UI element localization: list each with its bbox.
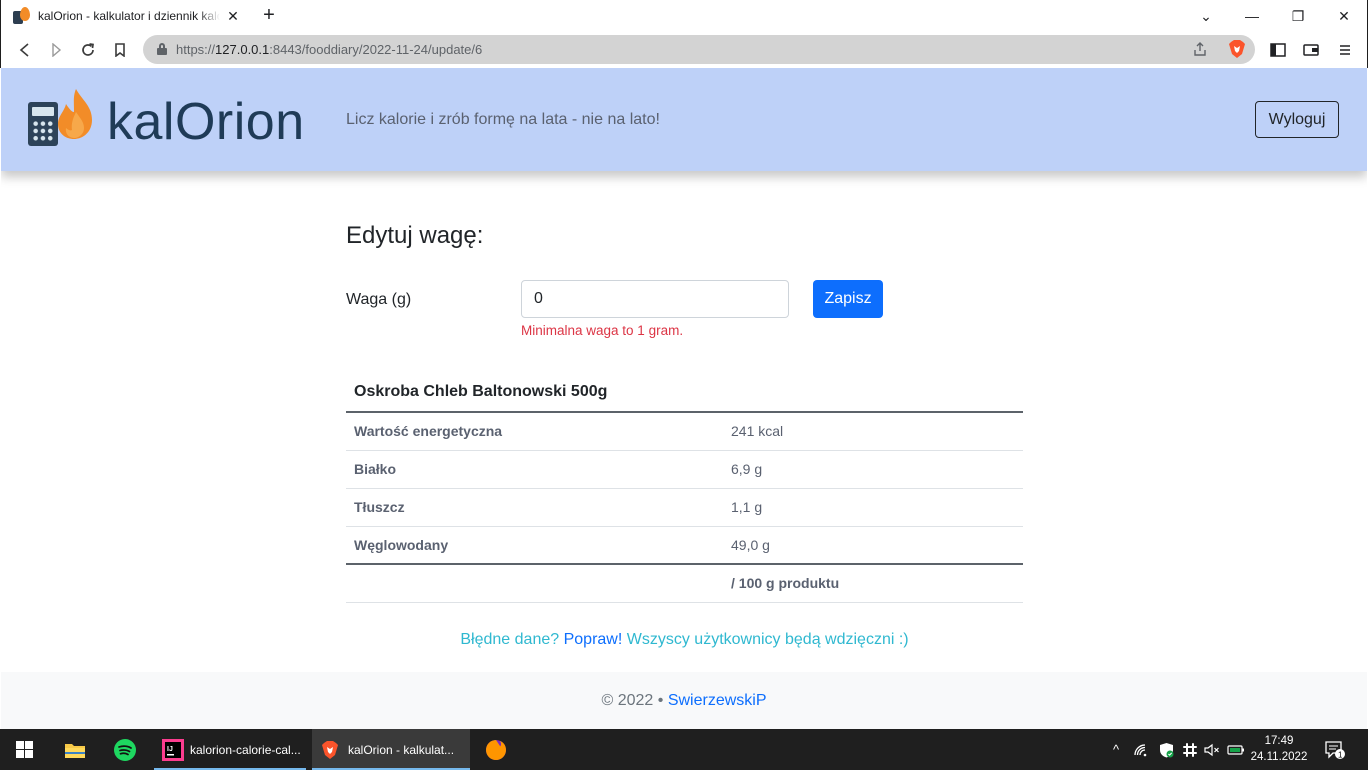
windows-taskbar: IJ kalorion-calorie-cal... kalOrion - ka…: [0, 729, 1368, 770]
share-icon[interactable]: [1191, 41, 1209, 59]
taskbar-app-intellij[interactable]: IJ kalorion-calorie-cal...: [154, 729, 306, 770]
site-header: kalOrion Licz kalorie i zrób formę na la…: [1, 68, 1367, 171]
fix-data-prompt: Błędne dane? Popraw! Wszyscy użytkownicy…: [460, 631, 909, 648]
reload-icon[interactable]: [76, 38, 100, 62]
restore-icon[interactable]: ❐: [1275, 0, 1321, 32]
author-link[interactable]: SwierzewskiP: [668, 692, 767, 709]
wifi-icon[interactable]: [1130, 729, 1152, 770]
slack-icon[interactable]: [1179, 729, 1201, 770]
firefox-icon[interactable]: [476, 729, 516, 770]
weight-label: Waga (g): [346, 291, 412, 308]
save-button[interactable]: Zapisz: [813, 280, 883, 318]
weight-input[interactable]: [521, 280, 789, 318]
table-row: Białko 6,9 g: [346, 450, 1023, 489]
browser-tab-strip: kalOrion - kalkulator i dziennik kalorii…: [0, 0, 1368, 32]
nutrient-value: 1,1 g: [723, 488, 1023, 527]
tab-title: kalOrion - kalkulator i dziennik kalorii: [38, 9, 220, 23]
nutrition-table: Oskroba Chleb Baltonowski 500g Wartość e…: [346, 372, 1023, 603]
show-hidden-icons-chevron-icon[interactable]: ^: [1106, 729, 1126, 770]
wallet-icon[interactable]: [1299, 38, 1323, 62]
spotify-icon[interactable]: [102, 729, 148, 770]
browser-tab[interactable]: kalOrion - kalkulator i dziennik kalorii…: [2, 0, 247, 32]
fix-data-link[interactable]: Popraw!: [564, 631, 623, 648]
page-title: Edytuj wagę:: [346, 222, 484, 249]
taskbar-app-label: kalorion-calorie-cal...: [190, 742, 301, 757]
tagline: Licz kalorie i zrób formę na lata - nie …: [346, 111, 660, 128]
window-controls: ⌄ — ❐ ✕: [1183, 0, 1367, 32]
battery-icon[interactable]: [1225, 729, 1247, 770]
minimize-icon[interactable]: —: [1229, 0, 1275, 32]
tab-search-chevron-icon[interactable]: ⌄: [1183, 0, 1229, 32]
new-tab-icon[interactable]: +: [257, 4, 281, 28]
brave-icon: [322, 740, 338, 759]
nutrient-label: Tłuszcz: [346, 488, 723, 527]
close-window-icon[interactable]: ✕: [1321, 0, 1367, 32]
nutrient-value: 49,0 g: [723, 526, 1023, 565]
nutrient-label: Węglowodany: [346, 526, 723, 565]
file-explorer-icon[interactable]: [52, 729, 98, 770]
notification-count: 1: [1338, 750, 1343, 759]
nutrient-label: Wartość energetyczna: [346, 412, 723, 451]
windows-start-icon[interactable]: [0, 729, 48, 770]
url-text[interactable]: https://127.0.0.1:8443/fooddiary/2022-11…: [176, 42, 482, 57]
tab-close-icon[interactable]: ✕: [225, 8, 241, 24]
browser-toolbar: https://127.0.0.1:8443/fooddiary/2022-11…: [0, 32, 1368, 68]
clock-date: 24.11.2022: [1250, 751, 1308, 763]
svg-text:IJ: IJ: [167, 746, 173, 753]
address-bar[interactable]: https://127.0.0.1:8443/fooddiary/2022-11…: [143, 35, 1255, 64]
kalorion-favicon-icon: [12, 7, 30, 25]
volume-muted-icon[interactable]: [1201, 729, 1223, 770]
kalorion-logo-icon[interactable]: [28, 88, 96, 146]
product-name: Oskroba Chleb Baltonowski 500g: [346, 372, 1023, 413]
intellij-icon: IJ: [162, 738, 184, 761]
logout-button[interactable]: Wyloguj: [1255, 101, 1339, 138]
table-footer-row: / 100 g produktu: [346, 564, 1023, 603]
nutrient-value: 6,9 g: [723, 450, 1023, 489]
site-footer: © 2022 • SwierzewskiP: [1, 672, 1367, 729]
forward-icon[interactable]: [44, 38, 68, 62]
clock-time: 17:49: [1264, 735, 1294, 747]
copyright-text: © 2022 •: [601, 692, 664, 709]
system-clock[interactable]: 17:49 24.11.2022: [1248, 733, 1310, 765]
back-icon[interactable]: [13, 38, 37, 62]
lock-icon[interactable]: [157, 43, 167, 55]
nutrient-value: 241 kcal: [723, 412, 1023, 451]
taskbar-app-label: kalOrion - kalkulat...: [348, 742, 455, 757]
brave-shields-icon[interactable]: [1227, 39, 1247, 59]
nutrient-label: Białko: [346, 450, 723, 489]
windows-security-icon[interactable]: [1155, 729, 1177, 770]
per-unit-note: / 100 g produktu: [723, 564, 1023, 603]
brand-name[interactable]: kalOrion: [107, 92, 305, 152]
table-row: Węglowodany 49,0 g: [346, 526, 1023, 565]
weight-error-message: Minimalna waga to 1 gram.: [521, 323, 684, 338]
table-row: Wartość energetyczna 241 kcal: [346, 412, 1023, 451]
notification-center-icon[interactable]: 1: [1320, 729, 1350, 770]
menu-icon[interactable]: [1333, 38, 1357, 62]
taskbar-app-brave[interactable]: kalOrion - kalkulat...: [312, 729, 470, 770]
table-row: Tłuszcz 1,1 g: [346, 488, 1023, 527]
bookmark-icon[interactable]: [108, 38, 132, 62]
web-page: kalOrion Licz kalorie i zrób formę na la…: [1, 68, 1367, 729]
sidebar-icon[interactable]: [1266, 38, 1290, 62]
